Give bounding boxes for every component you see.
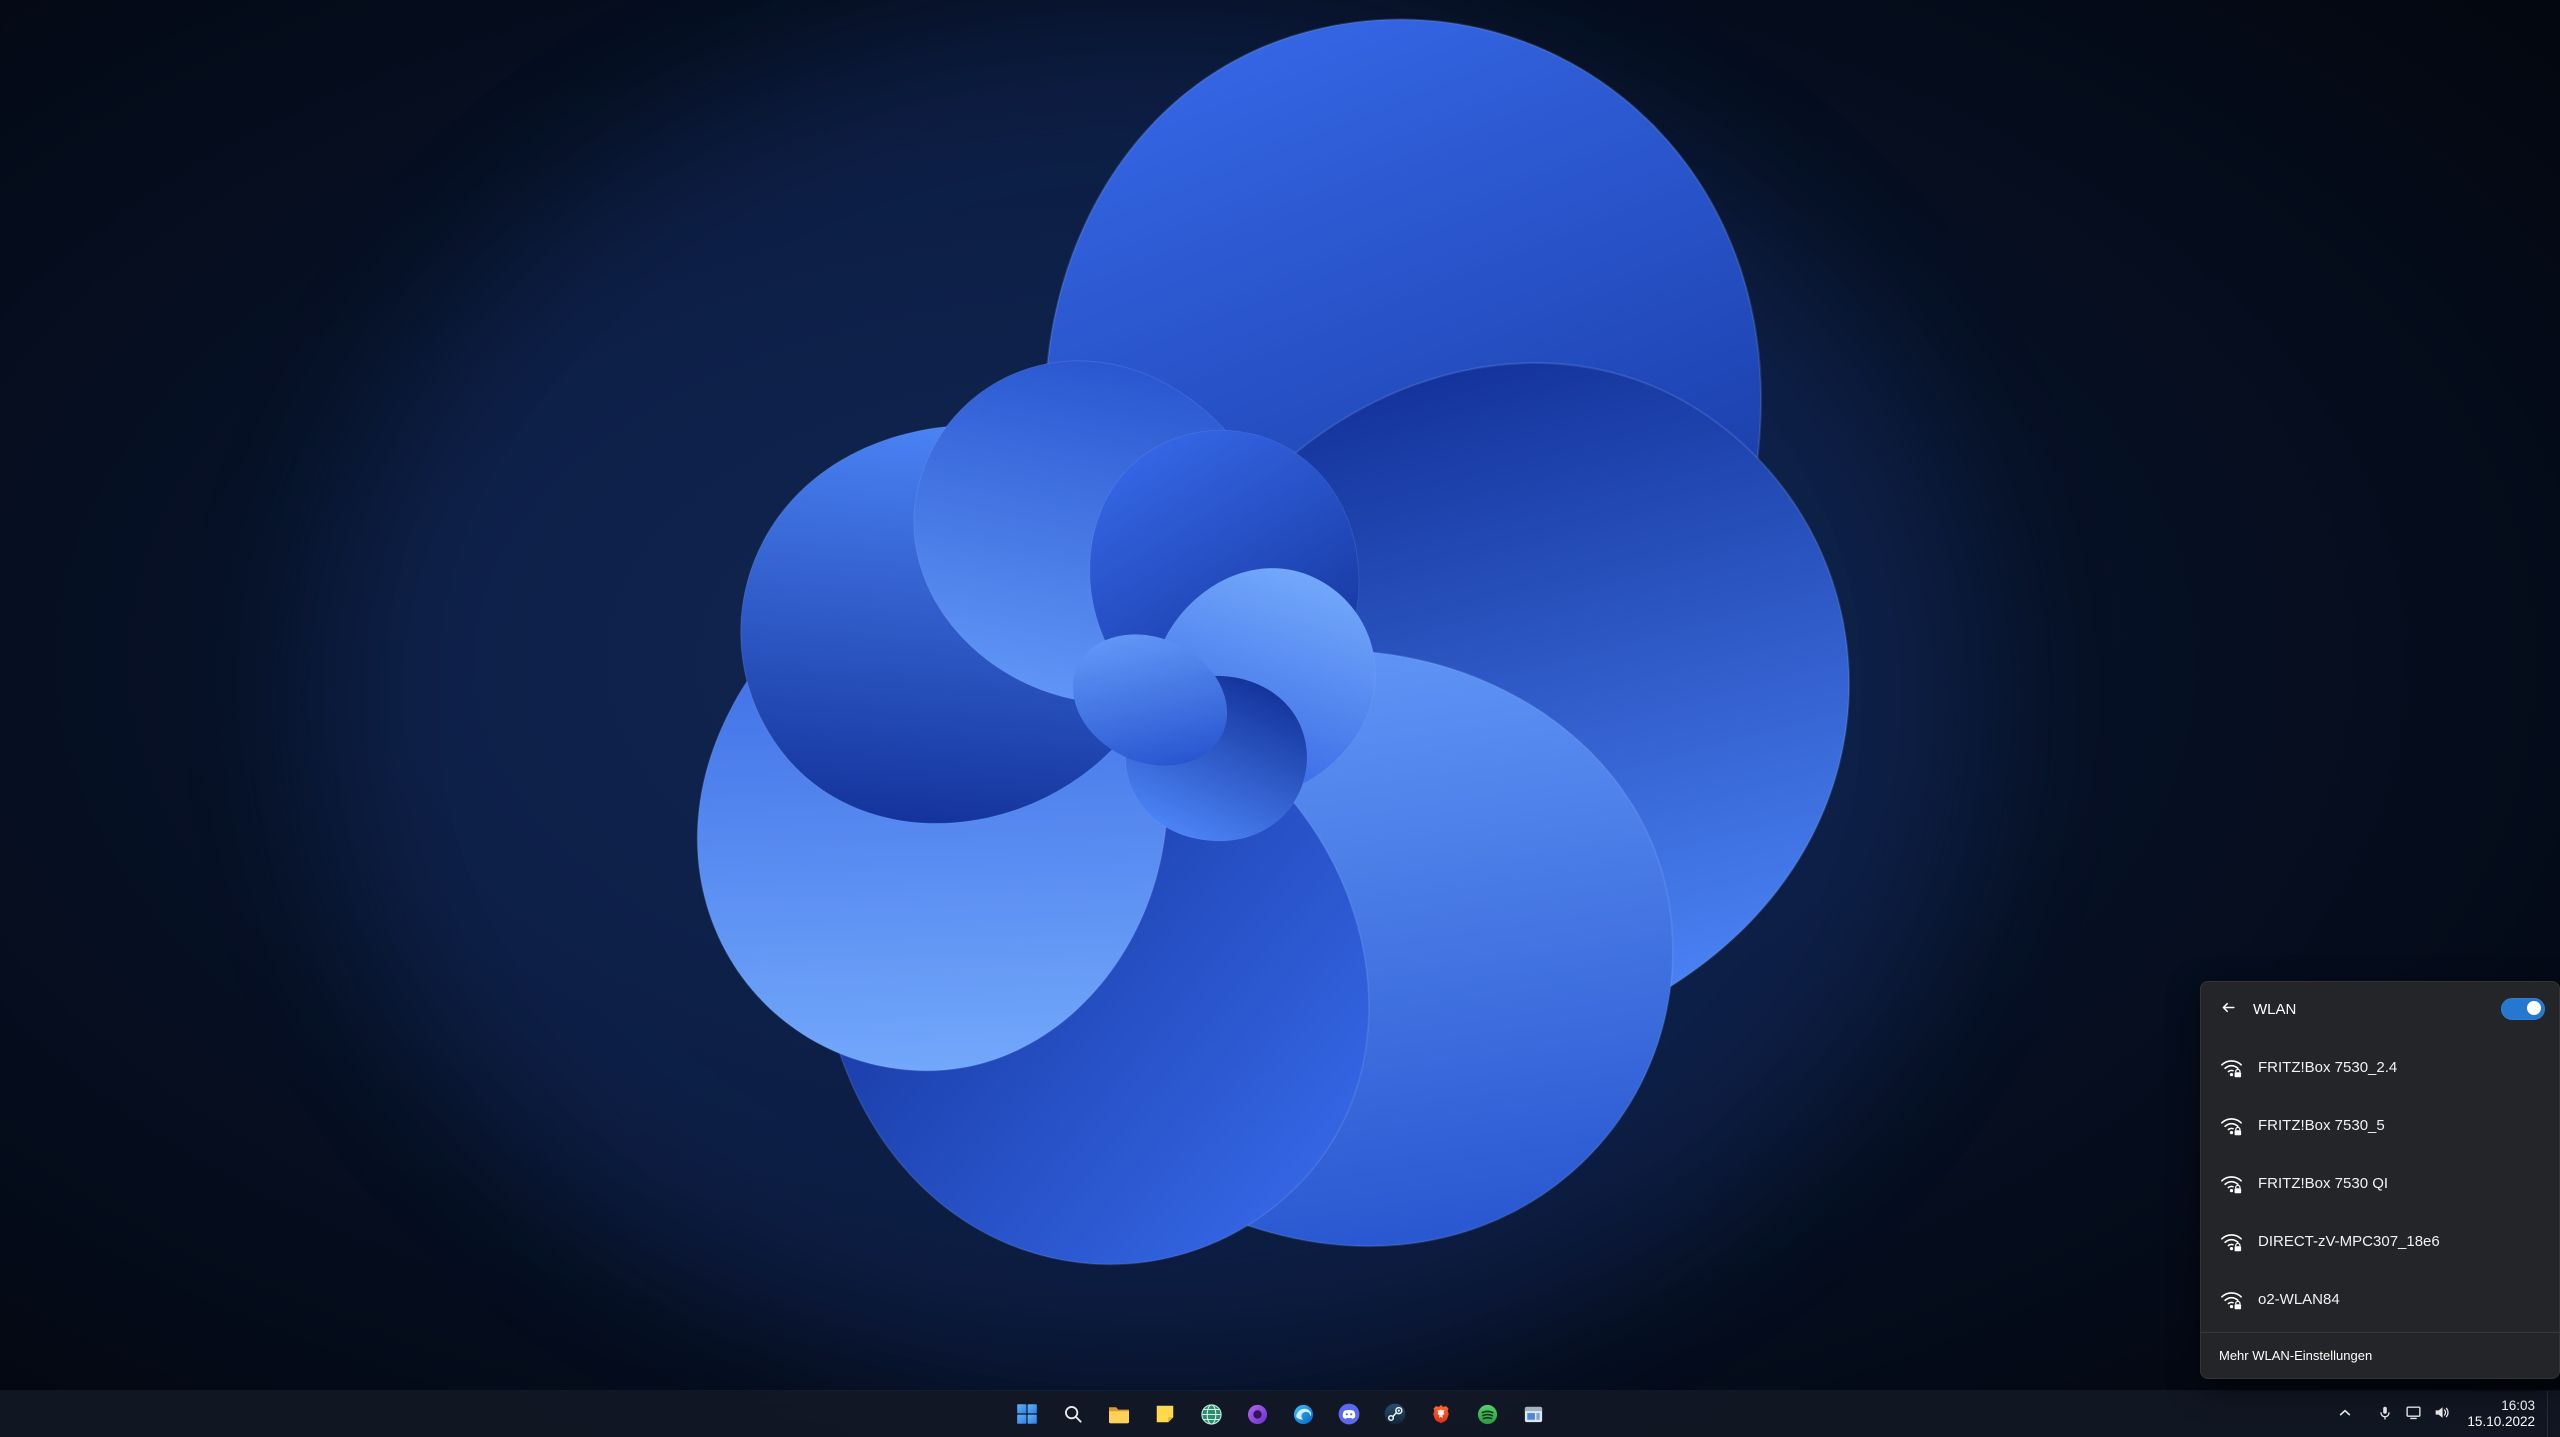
taskbar-app-window[interactable] bbox=[1513, 1394, 1553, 1434]
taskbar-app-notes[interactable] bbox=[1145, 1394, 1185, 1434]
purple-app-icon bbox=[1246, 1403, 1269, 1426]
taskbar-app-file-explorer[interactable] bbox=[1099, 1394, 1139, 1434]
search-icon bbox=[1062, 1403, 1084, 1425]
network-icon bbox=[2405, 1404, 2422, 1424]
wifi-flyout-header: WLAN bbox=[2201, 982, 2559, 1036]
chevron-up-icon bbox=[2337, 1405, 2353, 1424]
wifi-lock-icon bbox=[2217, 1111, 2245, 1139]
windows-start-icon bbox=[1015, 1402, 1039, 1426]
tray-hidden-icons-button[interactable] bbox=[2331, 1395, 2359, 1433]
wifi-flyout-footer: Mehr WLAN-Einstellungen bbox=[2201, 1332, 2559, 1378]
wifi-lock-icon bbox=[2217, 1169, 2245, 1197]
desktop: WLAN FRITZ!Box 7530_2.4 FRITZ!Box 7530_5 bbox=[0, 0, 2560, 1437]
taskbar-app-purple[interactable] bbox=[1237, 1394, 1277, 1434]
globe-app-icon bbox=[1200, 1403, 1223, 1426]
wifi-network-item[interactable]: FRITZ!Box 7530_2.4 bbox=[2201, 1038, 2559, 1096]
wifi-network-name: FRITZ!Box 7530 QI bbox=[2258, 1174, 2389, 1192]
search-button[interactable] bbox=[1053, 1394, 1093, 1434]
more-wifi-settings-link[interactable]: Mehr WLAN-Einstellungen bbox=[2219, 1348, 2372, 1363]
clock-time: 16:03 bbox=[2501, 1398, 2535, 1413]
clock-date: 15.10.2022 bbox=[2467, 1414, 2535, 1429]
taskbar: 16:03 15.10.2022 bbox=[0, 1391, 2560, 1437]
taskbar-app-discord[interactable] bbox=[1329, 1394, 1369, 1434]
wifi-flyout-title: WLAN bbox=[2253, 1000, 2297, 1018]
show-desktop-button[interactable] bbox=[2547, 1391, 2556, 1437]
back-arrow-icon bbox=[2220, 999, 2237, 1019]
back-button[interactable] bbox=[2209, 991, 2247, 1027]
wifi-lock-icon bbox=[2217, 1227, 2245, 1255]
wallpaper-bloom bbox=[0, 0, 2560, 1437]
taskbar-center bbox=[1007, 1391, 1553, 1437]
brave-icon bbox=[1430, 1403, 1452, 1425]
wifi-network-item[interactable]: FRITZ!Box 7530_5 bbox=[2201, 1096, 2559, 1154]
taskbar-app-globe[interactable] bbox=[1191, 1394, 1231, 1434]
wifi-network-name: FRITZ!Box 7530_2.4 bbox=[2258, 1058, 2398, 1076]
system-tray: 16:03 15.10.2022 bbox=[2331, 1391, 2556, 1437]
wifi-network-item[interactable]: FRITZ!Box 7530 QI bbox=[2201, 1154, 2559, 1212]
start-button[interactable] bbox=[1007, 1394, 1047, 1434]
wifi-toggle-knob bbox=[2527, 1001, 2541, 1015]
file-explorer-icon bbox=[1107, 1402, 1131, 1426]
tray-mic-button[interactable] bbox=[2371, 1395, 2399, 1433]
green-app-icon bbox=[1476, 1403, 1499, 1426]
taskbar-app-steam[interactable] bbox=[1375, 1394, 1415, 1434]
taskbar-app-brave[interactable] bbox=[1421, 1394, 1461, 1434]
edge-browser-icon bbox=[1292, 1403, 1315, 1426]
sticky-note-icon bbox=[1154, 1403, 1176, 1425]
discord-icon bbox=[1337, 1402, 1361, 1426]
wifi-lock-icon bbox=[2217, 1285, 2245, 1313]
app-window-icon bbox=[1522, 1403, 1545, 1426]
steam-icon bbox=[1383, 1402, 1407, 1426]
taskbar-app-green[interactable] bbox=[1467, 1394, 1507, 1434]
tray-network-button[interactable] bbox=[2399, 1395, 2427, 1433]
wifi-lock-icon bbox=[2217, 1053, 2245, 1081]
volume-icon bbox=[2433, 1404, 2450, 1424]
microphone-icon bbox=[2377, 1405, 2393, 1424]
tray-clock[interactable]: 16:03 15.10.2022 bbox=[2457, 1394, 2547, 1434]
wifi-network-list: FRITZ!Box 7530_2.4 FRITZ!Box 7530_5 FRIT… bbox=[2201, 1036, 2559, 1332]
wifi-network-name: o2-WLAN84 bbox=[2258, 1290, 2340, 1308]
tray-volume-button[interactable] bbox=[2427, 1395, 2455, 1433]
tray-status-group bbox=[2369, 1395, 2457, 1433]
wifi-network-item[interactable]: DIRECT-zV-MPC307_18e6 bbox=[2201, 1212, 2559, 1270]
wifi-flyout-panel: WLAN FRITZ!Box 7530_2.4 FRITZ!Box 7530_5 bbox=[2200, 981, 2560, 1379]
wifi-network-item[interactable]: o2-WLAN84 bbox=[2201, 1270, 2559, 1328]
wifi-network-name: FRITZ!Box 7530_5 bbox=[2258, 1116, 2385, 1134]
wifi-toggle[interactable] bbox=[2501, 998, 2545, 1020]
wifi-network-name: DIRECT-zV-MPC307_18e6 bbox=[2258, 1232, 2440, 1250]
taskbar-app-edge[interactable] bbox=[1283, 1394, 1323, 1434]
